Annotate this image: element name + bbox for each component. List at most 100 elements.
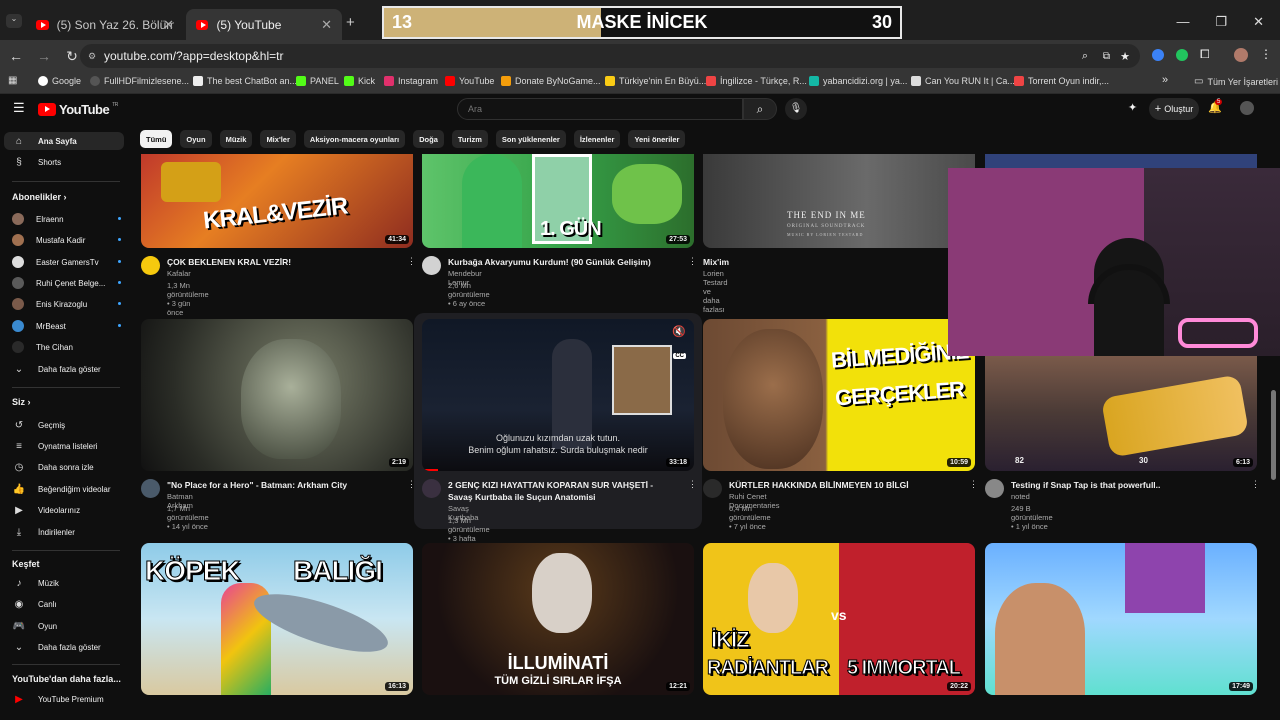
bookmark-item[interactable]: Torrent Oyun indir,... [1014,76,1109,86]
extension-icon[interactable] [1176,49,1188,61]
sidebar-item-shorts[interactable]: § Shorts [12,156,61,168]
video-thumbnail[interactable]: BİLMEDİĞİNİZ GERÇEKLER 10:59 [703,319,975,471]
youtube-logo[interactable]: YouTube TR [38,102,118,117]
closed-captions-icon[interactable]: CC [673,353,686,359]
subscription-item[interactable]: Mustafa Kadir [12,234,85,246]
sidebar-item-music[interactable]: ♪ Müzik [12,577,59,589]
chip-tourism[interactable]: Turizm [451,130,488,148]
subscription-item[interactable]: The Cihan [12,341,73,353]
channel-avatar[interactable] [703,479,722,498]
close-window-icon[interactable]: ✕ [1253,14,1264,30]
page-scrollbar-thumb[interactable] [1271,390,1276,480]
video-thumbnail[interactable] [985,154,1257,168]
site-info-icon[interactable]: ⚙ [88,51,96,62]
more-options-icon[interactable]: ⋮ [1251,479,1260,490]
sparkle-icon[interactable]: ✦ [1128,101,1137,114]
chip-gaming[interactable]: Oyun [180,130,212,148]
more-options-icon[interactable]: ⋮ [407,479,416,490]
bookmarks-overflow[interactable]: » [1162,74,1168,86]
account-avatar[interactable] [1240,101,1254,115]
back-icon[interactable]: ← [2,48,30,64]
video-title[interactable]: "No Place for a Hero" - Batman: Arkham C… [167,479,397,491]
url-bar[interactable]: ⚙ youtube.com/?app=desktop&hl=tr ⌕ ⧉ ★ [80,44,1140,68]
video-title[interactable]: Kurbağa Akvaryumu Kurdum! (90 Günlük Gel… [448,256,678,268]
search-input[interactable] [457,98,743,120]
channel-avatar[interactable] [141,479,160,498]
browser-tab-2[interactable]: (5) YouTube ✕ [186,9,342,40]
maximize-icon[interactable]: ❐ [1215,14,1227,30]
bookmark-item[interactable]: Kick [344,76,375,86]
profile-avatar[interactable] [1234,48,1248,62]
tab-search-icon[interactable]: ⌄ [6,14,22,28]
show-more-explore[interactable]: ⌄ Daha fazla göster [12,641,101,653]
close-tab-icon[interactable]: ✕ [321,17,332,33]
video-title[interactable]: Testing if Snap Tap is that powerfull.. [1011,479,1241,491]
more-options-icon[interactable]: ⋮ [688,479,697,490]
video-title[interactable]: ÇOK BEKLENEN KRAL VEZİR! [167,256,397,268]
video-thumbnail[interactable]: 17:49 [985,543,1257,695]
new-tab-button[interactable]: + [346,14,355,31]
sidebar-item-history[interactable]: ↺ Geçmiş [12,419,65,431]
bookmark-item[interactable]: yabancidizi.org | ya... [809,76,907,86]
bookmark-item[interactable]: Google [38,76,81,86]
video-thumbnail[interactable]: KÖPEK BALIĞI 16:13 [141,543,413,695]
channel-name[interactable]: Lorien Testard ve daha fazlası [703,269,728,314]
video-title[interactable]: KÜRTLER HAKKINDA BİLİNMEYEN 10 BİLGİ [729,479,959,491]
bookmark-item[interactable]: The best ChatBot an... [193,76,297,86]
bookmark-item[interactable]: İngilizce - Türkçe, R... [706,76,807,86]
video-thumbnail[interactable]: THE END IN ME ORIGINAL SOUNDTRACK MUSIC … [703,154,975,248]
browser-menu-icon[interactable]: ⋮ [1260,47,1272,61]
channel-avatar[interactable] [985,479,1004,498]
forward-icon[interactable]: → [30,48,58,64]
chip-all[interactable]: Tümü [140,130,173,148]
voice-search-button[interactable]: 🎙 [785,98,807,120]
channel-avatar[interactable] [422,256,441,275]
video-thumbnail[interactable]: KRAL&VEZİR 41:34 [141,154,413,248]
chip-music[interactable]: Müzik [219,130,253,148]
video-title[interactable]: Mix'im [703,256,933,268]
sidebar-item-youtube-premium[interactable]: ▶ YouTube Premium [12,693,104,705]
chip-nature[interactable]: Doğa [413,130,444,148]
browser-tab-1[interactable]: (5) Son Yaz 26. Bölüm (4K ULTR ✕ [26,9,184,40]
video-thumbnail[interactable]: İLLUMİNATİ TÜM GİZLİ SIRLAR İFŞA 12:21 [422,543,694,695]
apps-grid-icon[interactable]: ▦ [8,75,17,86]
subscription-item[interactable]: Ruhi Çenet Belge... [12,277,105,289]
subscription-item[interactable]: Enis Kirazoglu [12,298,87,310]
bookmark-star-icon[interactable]: ★ [1120,50,1130,63]
channel-avatar[interactable] [422,479,441,498]
bookmark-item[interactable]: Donate ByNoGame... [501,76,601,86]
video-thumbnail[interactable]: vs İKİZ RADİANTLAR 5 IMMORTAL 20:22 [703,543,975,695]
chip-mixes[interactable]: Mix'ler [260,130,296,148]
subscriptions-header[interactable]: Abonelikler › [12,192,67,202]
more-options-icon[interactable]: ⋮ [407,256,416,267]
mute-icon[interactable]: 🔇 [672,325,686,338]
video-thumbnail[interactable]: 82 30 6:13 [985,356,1257,471]
bookmark-item[interactable]: Instagram [384,76,438,86]
subscription-item[interactable]: Elraenn [12,213,64,225]
hamburger-menu-icon[interactable]: ☰ [13,100,25,116]
video-title[interactable]: 2 GENÇ KIZI HAYATTAN KOPARAN SUR VAHŞETİ… [448,479,678,503]
channel-name[interactable]: noted [1011,492,1030,501]
chip-watched[interactable]: İzlenenler [573,130,621,148]
subscription-item[interactable]: MrBeast [12,320,66,332]
install-app-icon[interactable]: ⧉ [1103,51,1110,62]
all-bookmarks-folder[interactable]: ▭ Tüm Yer İşaretleri [1194,76,1278,87]
sidebar-item-home[interactable]: ⌂ Ana Sayfa [12,135,77,147]
video-thumbnail-preview[interactable]: 🔇 CC Oğlunuzu kızımdan uzak tutun. Benim… [422,319,694,471]
close-tab-icon[interactable]: ✕ [163,17,174,33]
bookmark-item[interactable]: Can You RUN It | Ca... [911,76,1015,86]
chip-action-adventure[interactable]: Aksiyon-macera oyunları [303,130,406,148]
bookmark-item[interactable]: Türkiye'nin En Büyü... [605,76,706,86]
channel-avatar[interactable] [141,256,160,275]
subscription-item[interactable]: Easter GamersTv [12,256,99,268]
create-button[interactable]: + Oluştur [1149,98,1199,120]
more-options-icon[interactable]: ⋮ [969,479,978,490]
sidebar-item-downloads[interactable]: ⤓ İndirilenler [12,526,75,538]
chip-recently-uploaded[interactable]: Son yüklenenler [495,130,566,148]
sidebar-item-liked[interactable]: 👍 Beğendiğim videolar [12,483,111,495]
sidebar-item-gaming[interactable]: 🎮 Oyun [12,620,57,632]
more-options-icon[interactable]: ⋮ [688,256,697,267]
video-thumbnail[interactable]: 2:19 [141,319,413,471]
you-header[interactable]: Siz › [12,397,31,407]
show-more-subscriptions[interactable]: ⌄ Daha fazla göster [12,363,101,375]
